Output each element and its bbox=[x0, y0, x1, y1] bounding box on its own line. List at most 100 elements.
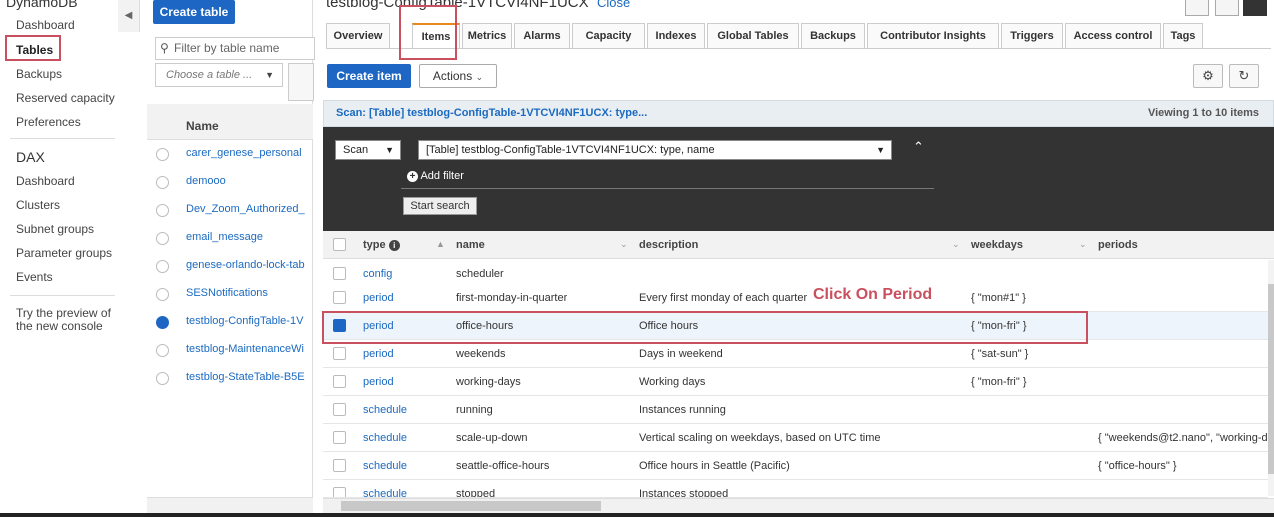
layout-full-icon[interactable] bbox=[1243, 0, 1267, 16]
layout-split-icon[interactable] bbox=[1185, 0, 1209, 16]
item-row[interactable]: schedule seattle-office-hours Office hours… bbox=[323, 452, 1268, 480]
tab-global-tables[interactable]: Global Tables bbox=[707, 23, 799, 49]
table-name-link[interactable]: demooo bbox=[186, 175, 313, 187]
item-row[interactable]: period weekends Days in weekend { "sat-sun"… bbox=[323, 340, 1268, 368]
sort-asc-icon[interactable]: ▲ bbox=[436, 239, 445, 249]
row-checkbox[interactable] bbox=[333, 431, 346, 444]
actions-dropdown[interactable]: Actions ⌄ bbox=[419, 64, 497, 88]
tab-capacity[interactable]: Capacity bbox=[572, 23, 645, 49]
item-type-link[interactable]: period bbox=[363, 292, 394, 304]
table-name-link[interactable]: testblog-StateTable-B5E bbox=[186, 371, 313, 383]
tab-tags[interactable]: Tags bbox=[1163, 23, 1203, 49]
row-radio[interactable] bbox=[156, 148, 169, 161]
table-name-link[interactable]: testblog-MaintenanceWi bbox=[186, 343, 313, 355]
row-radio[interactable] bbox=[156, 372, 169, 385]
sort-icon[interactable]: ⌄ bbox=[620, 239, 628, 250]
row-radio[interactable] bbox=[156, 288, 169, 301]
row-radio[interactable] bbox=[156, 344, 169, 357]
table-name-link[interactable]: email_message bbox=[186, 231, 313, 243]
scrollbar-thumb[interactable] bbox=[341, 501, 601, 511]
scan-summary-text[interactable]: Scan: [Table] testblog-ConfigTable-1VTCV… bbox=[336, 107, 647, 119]
nav-dashboard[interactable]: Dashboard bbox=[16, 18, 75, 32]
item-type-link[interactable]: schedule bbox=[363, 488, 407, 497]
row-checkbox[interactable] bbox=[333, 487, 346, 497]
tab-triggers[interactable]: Triggers bbox=[1001, 23, 1063, 49]
table-name-link[interactable]: SESNotifications bbox=[186, 287, 313, 299]
sort-icon[interactable]: ⌄ bbox=[1079, 239, 1087, 250]
item-row[interactable]: schedule stopped Instances stopped bbox=[323, 480, 1268, 498]
gear-icon[interactable]: ⚙ bbox=[1193, 64, 1223, 88]
table-name-link[interactable]: carer_genese_personal bbox=[186, 147, 313, 159]
table-list-row[interactable]: testblog-StateTable-B5E bbox=[147, 364, 313, 392]
table-list-row[interactable]: email_message bbox=[147, 224, 313, 252]
row-checkbox[interactable] bbox=[333, 375, 346, 388]
name-column-header[interactable]: name bbox=[456, 239, 485, 251]
preview-console-link[interactable]: Try the preview of the new console bbox=[16, 307, 116, 333]
nav-preferences[interactable]: Preferences bbox=[16, 115, 81, 129]
filter-tables-input[interactable]: ⚲ Filter by table name bbox=[155, 37, 315, 60]
table-name-link[interactable]: testblog-ConfigTable-1V bbox=[186, 315, 313, 327]
collapse-nav-icon[interactable]: ◀ bbox=[118, 0, 140, 32]
nav-dax-events[interactable]: Events bbox=[16, 270, 53, 284]
start-search-button[interactable]: Start search bbox=[403, 197, 477, 215]
choose-table-select[interactable]: Choose a table ... ▼ bbox=[155, 63, 283, 87]
item-row[interactable]: period working-days Working days { "mon-fri… bbox=[323, 368, 1268, 396]
table-list-row[interactable]: carer_genese_personal bbox=[147, 140, 313, 168]
table-list-row[interactable]: SESNotifications bbox=[147, 280, 313, 308]
layout-bottom-icon[interactable] bbox=[1215, 0, 1239, 16]
row-checkbox[interactable] bbox=[333, 459, 346, 472]
table-name-link[interactable]: genese-orlando-lock-tab bbox=[186, 259, 313, 271]
table-action-button[interactable] bbox=[288, 63, 314, 101]
table-name-link[interactable]: Dev_Zoom_Authorized_ bbox=[186, 203, 313, 215]
scan-mode-select[interactable]: Scan ▼ bbox=[335, 140, 401, 160]
tab-access-control[interactable]: Access control bbox=[1065, 23, 1161, 49]
row-radio[interactable] bbox=[156, 176, 169, 189]
item-type-link[interactable]: schedule bbox=[363, 432, 407, 444]
scan-source-select[interactable]: [Table] testblog-ConfigTable-1VTCVI4NF1U… bbox=[418, 140, 892, 160]
table-list-row[interactable]: testblog-MaintenanceWi bbox=[147, 336, 313, 364]
select-all-checkbox[interactable] bbox=[333, 238, 346, 251]
tab-overview[interactable]: Overview bbox=[326, 23, 390, 49]
description-column-header[interactable]: description bbox=[639, 239, 698, 251]
tab-metrics[interactable]: Metrics bbox=[462, 23, 512, 49]
nav-backups[interactable]: Backups bbox=[16, 67, 62, 81]
item-type-link[interactable]: schedule bbox=[363, 404, 407, 416]
row-checkbox[interactable] bbox=[333, 403, 346, 416]
create-table-button[interactable]: Create table bbox=[153, 0, 235, 24]
row-radio[interactable] bbox=[156, 232, 169, 245]
periods-column-header[interactable]: periods bbox=[1098, 239, 1138, 251]
nav-dax-dashboard[interactable]: Dashboard bbox=[16, 174, 75, 188]
info-icon[interactable]: i bbox=[388, 240, 400, 251]
sort-icon[interactable]: ⌄ bbox=[952, 239, 960, 250]
nav-dax-clusters[interactable]: Clusters bbox=[16, 198, 60, 212]
table-list-row[interactable]: demooo bbox=[147, 168, 313, 196]
row-checkbox[interactable] bbox=[333, 267, 346, 280]
row-radio[interactable] bbox=[156, 260, 169, 273]
weekdays-column-header[interactable]: weekdays bbox=[971, 239, 1023, 251]
table-list-row[interactable]: genese-orlando-lock-tab bbox=[147, 252, 313, 280]
tab-backups[interactable]: Backups bbox=[801, 23, 865, 49]
close-link[interactable]: Close bbox=[597, 0, 630, 10]
row-checkbox[interactable] bbox=[333, 291, 346, 304]
row-radio-selected[interactable] bbox=[156, 316, 169, 329]
scrollbar-thumb[interactable] bbox=[1268, 284, 1274, 474]
item-type-link[interactable]: schedule bbox=[363, 460, 407, 472]
row-radio[interactable] bbox=[156, 204, 169, 217]
nav-dax-parameter-groups[interactable]: Parameter groups bbox=[16, 246, 112, 260]
item-row[interactable]: schedule scale-up-down Vertical scaling on… bbox=[323, 424, 1268, 452]
item-type-link[interactable]: config bbox=[363, 268, 392, 280]
item-type-link[interactable]: period bbox=[363, 376, 394, 388]
item-row[interactable]: period first-monday-in-quarter Every first… bbox=[323, 284, 1268, 312]
refresh-icon[interactable]: ↻ bbox=[1229, 64, 1259, 88]
nav-dax-subnet-groups[interactable]: Subnet groups bbox=[16, 222, 94, 236]
table-list-row-selected[interactable]: testblog-ConfigTable-1V bbox=[147, 308, 313, 336]
row-checkbox[interactable] bbox=[333, 347, 346, 360]
scan-summary-bar[interactable]: Scan: [Table] testblog-ConfigTable-1VTCV… bbox=[323, 100, 1274, 127]
tab-indexes[interactable]: Indexes bbox=[647, 23, 705, 49]
list-horizontal-scrollbar[interactable] bbox=[147, 497, 313, 513]
type-column-header[interactable]: type i bbox=[363, 239, 400, 251]
tab-contributor-insights[interactable]: Contributor Insights bbox=[867, 23, 999, 49]
create-item-button[interactable]: Create item bbox=[327, 64, 411, 88]
item-row[interactable]: schedule running Instances running bbox=[323, 396, 1268, 424]
add-filter-button[interactable]: + Add filter bbox=[407, 170, 464, 182]
